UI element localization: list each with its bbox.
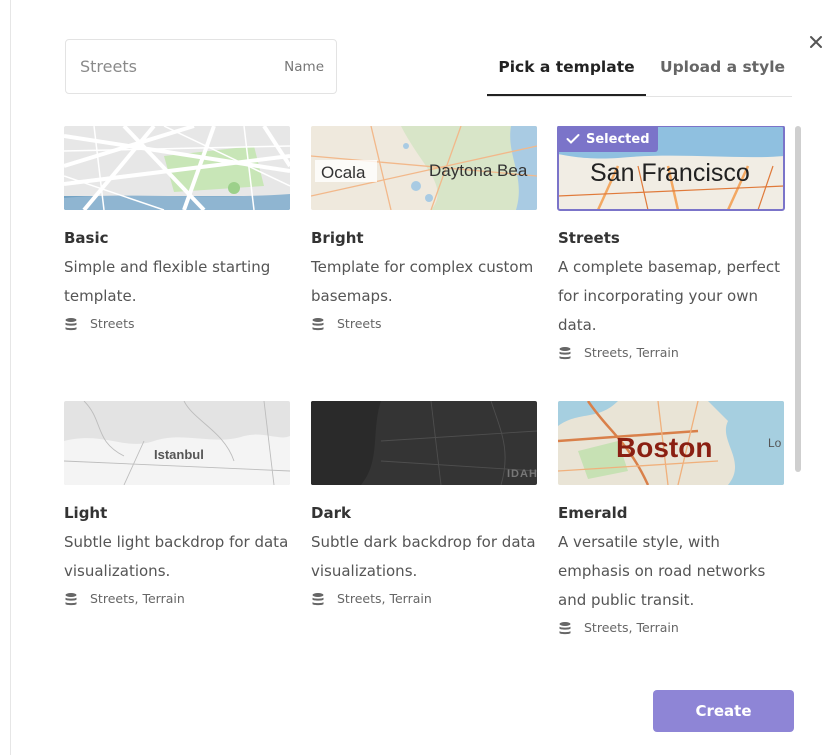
template-thumbnail-dark[interactable]: IDAH — [311, 401, 537, 485]
template-card-light[interactable]: Istanbul Light Subtle light backdrop for… — [64, 401, 290, 606]
template-card-basic[interactable]: Basic Simple and flexible starting templ… — [64, 126, 290, 331]
thumb-label-san-francisco: San Francisco — [590, 159, 750, 187]
template-sources-label: Streets, Terrain — [90, 591, 185, 606]
template-sources: Streets — [311, 316, 537, 331]
database-icon — [559, 346, 571, 359]
new-style-dialog: Name Pick a template Upload a style — [10, 0, 835, 755]
tab-upload-style[interactable]: Upload a style — [660, 44, 792, 96]
create-button[interactable]: Create — [653, 690, 794, 732]
template-sources: Streets, Terrain — [311, 591, 537, 606]
template-tabs: Pick a template Upload a style — [487, 44, 792, 97]
thumb-label-daytona: Daytona Bea — [429, 161, 528, 180]
template-sources: Streets, Terrain — [64, 591, 290, 606]
template-grid: Basic Simple and flexible starting templ… — [64, 126, 792, 646]
thumb-label-boston: Boston — [616, 432, 712, 463]
name-field[interactable]: Name — [65, 39, 337, 94]
template-card-dark[interactable]: IDAH Dark Subtle dark backdrop for data … — [311, 401, 537, 606]
tab-pick-template[interactable]: Pick a template — [487, 44, 646, 96]
selected-badge-label: Selected — [586, 131, 650, 147]
template-grid-scrollbar[interactable] — [795, 126, 801, 472]
thumb-label-istanbul: Istanbul — [154, 447, 204, 462]
template-sources: Streets, Terrain — [558, 345, 784, 360]
template-thumbnail-light[interactable]: Istanbul — [64, 401, 290, 485]
bright-map-preview: Ocala Daytona Bea — [311, 126, 537, 210]
checkmark-icon — [566, 134, 580, 144]
template-card-streets[interactable]: San Francisco Selected Streets A complet… — [557, 126, 785, 360]
template-thumbnail-streets[interactable]: San Francisco Selected — [557, 126, 785, 211]
template-sources-label: Streets, Terrain — [584, 345, 679, 360]
template-description: Template for complex custom basemaps. — [311, 258, 534, 305]
template-description: A complete basemap, perfect for incorpor… — [558, 258, 781, 334]
database-icon — [65, 317, 77, 330]
close-icon — [810, 36, 822, 48]
template-card-bright[interactable]: Ocala Daytona Bea Bright Template for co… — [311, 126, 537, 331]
template-thumbnail-emerald[interactable]: Boston Lo — [558, 401, 784, 485]
template-description: Subtle light backdrop for data visualiza… — [64, 533, 289, 580]
template-description: A versatile style, with emphasis on road… — [558, 533, 766, 609]
template-thumbnail-bright[interactable]: Ocala Daytona Bea — [311, 126, 537, 210]
template-title: Light — [64, 504, 108, 522]
template-description: Subtle dark backdrop for data visualizat… — [311, 533, 536, 580]
template-title: Basic — [64, 229, 109, 247]
basic-map-preview — [64, 126, 290, 210]
template-title: Dark — [311, 504, 351, 522]
database-icon — [312, 317, 324, 330]
database-icon — [559, 621, 571, 634]
template-title: Bright — [311, 229, 364, 247]
database-icon — [65, 592, 77, 605]
close-button[interactable] — [804, 30, 828, 54]
light-map-preview: Istanbul — [64, 401, 290, 485]
template-sources: Streets — [64, 316, 290, 331]
emerald-map-preview: Boston Lo — [558, 401, 784, 485]
template-sources: Streets, Terrain — [558, 620, 784, 635]
style-name-input[interactable] — [80, 57, 285, 76]
template-sources-label: Streets, Terrain — [337, 591, 432, 606]
thumb-label-lo: Lo — [768, 436, 782, 450]
template-description: Simple and flexible starting template. — [64, 258, 271, 305]
selected-badge: Selected — [558, 126, 658, 152]
template-thumbnail-basic[interactable] — [64, 126, 290, 210]
thumb-label-idaho: IDAH — [507, 468, 537, 480]
template-sources-label: Streets — [337, 316, 382, 331]
template-title: Streets — [558, 229, 620, 247]
template-sources-label: Streets — [90, 316, 135, 331]
dark-map-preview: IDAH — [311, 401, 537, 485]
template-sources-label: Streets, Terrain — [584, 620, 679, 635]
template-title: Emerald — [558, 504, 628, 522]
template-card-emerald[interactable]: Boston Lo Emerald A versatile style, wit… — [558, 401, 784, 635]
name-field-label: Name — [284, 58, 324, 75]
database-icon — [312, 592, 324, 605]
thumb-label-ocala: Ocala — [321, 163, 366, 182]
